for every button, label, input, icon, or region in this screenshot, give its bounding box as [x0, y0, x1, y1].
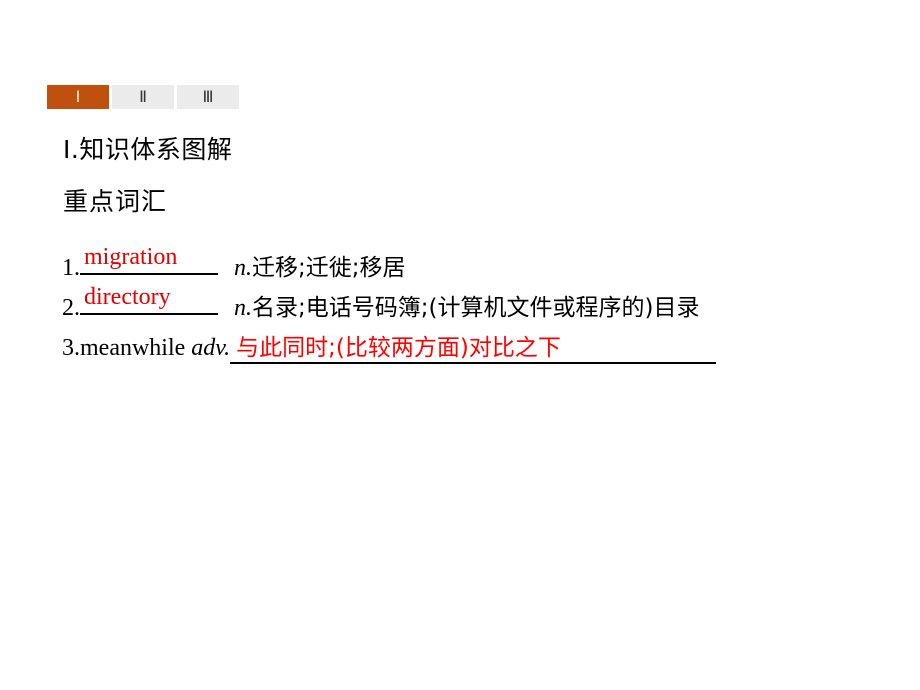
tab-section-1[interactable]: Ⅰ	[47, 85, 109, 109]
section-title: Ⅰ.知识体系图解	[63, 130, 232, 166]
tab-section-2[interactable]: Ⅱ	[112, 85, 174, 109]
item-number: 3.	[62, 335, 80, 361]
section-tabs: Ⅰ Ⅱ Ⅲ	[47, 85, 239, 109]
vocab-item-2: 2. directory n. 名录;电话号码簿;(计算机文件或程序的)目录	[62, 284, 700, 322]
vocab-item-3: 3. meanwhile adv. 与此同时;(比较两方面)对比之下	[62, 328, 717, 364]
answer-text: migration	[84, 244, 178, 270]
section-numeral: Ⅰ	[63, 137, 71, 164]
answer-blank: directory	[80, 284, 218, 315]
answer-blank: migration	[80, 244, 218, 275]
part-of-speech: n.	[234, 295, 252, 321]
definition: 名录;电话号码簿;(计算机文件或程序的)目录	[252, 295, 700, 321]
answer-text: directory	[84, 284, 171, 310]
part-of-speech: n.	[234, 255, 252, 281]
definition: 迁移;迁徙;移居	[252, 255, 406, 281]
tab-section-3[interactable]: Ⅲ	[177, 85, 239, 109]
answer-text: 与此同时;(比较两方面)对比之下	[230, 328, 717, 364]
section-title-text: .知识体系图解	[70, 135, 233, 164]
vocab-word: meanwhile	[80, 335, 186, 361]
vocab-item-1: 1. migration n. 迁移;迁徙;移居	[62, 244, 406, 282]
subsection-title: 重点词汇	[63, 187, 168, 216]
item-number: 1.	[62, 255, 80, 281]
item-number: 2.	[62, 295, 80, 321]
part-of-speech: adv.	[191, 335, 231, 361]
